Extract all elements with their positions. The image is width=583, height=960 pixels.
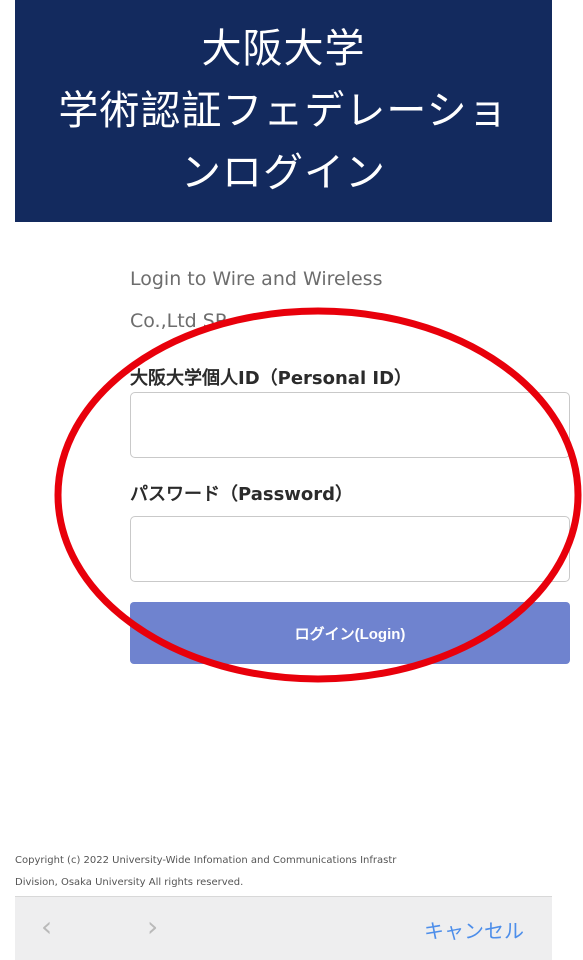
login-form: Login to Wire and Wireless Co.,Ltd SP 大阪…: [130, 258, 570, 664]
personal-id-label: 大阪大学個人ID（Personal ID）: [130, 368, 413, 389]
screen: 大阪大学 学術認証フェデレーショ ンログイン Login to Wire and…: [0, 0, 583, 960]
chevron-right-icon[interactable]: ›: [147, 909, 158, 945]
copyright-line: Copyright (c) 2022 University-Wide Infom…: [15, 855, 397, 866]
page-title-line: ンログイン: [181, 150, 386, 196]
service-provider-line: Co.,Ltd SP: [130, 310, 227, 332]
bottom-toolbar: ‹ › キャンセル: [15, 896, 552, 960]
chevron-left-icon[interactable]: ‹: [41, 909, 52, 945]
copyright-line: Division, Osaka University All rights re…: [15, 877, 244, 888]
password-label: パスワード（Password）: [130, 484, 354, 505]
copyright-notice: Copyright (c) 2022 University-Wide Infom…: [15, 850, 575, 894]
personal-id-input[interactable]: [130, 392, 570, 458]
page-title: 大阪大学 学術認証フェデレーショ ンログイン: [15, 0, 552, 204]
password-input[interactable]: [130, 516, 570, 582]
service-provider-line: Login to Wire and Wireless: [130, 268, 383, 290]
page-header: 大阪大学 学術認証フェデレーショ ンログイン: [15, 0, 552, 222]
service-provider-name: Login to Wire and Wireless Co.,Ltd SP: [130, 258, 553, 342]
page-title-line: 学術認証フェデレーショ: [58, 88, 509, 134]
page-title-line: 大阪大学: [201, 26, 366, 72]
login-button[interactable]: ログイン(Login): [130, 602, 570, 664]
cancel-button[interactable]: キャンセル: [424, 915, 524, 944]
